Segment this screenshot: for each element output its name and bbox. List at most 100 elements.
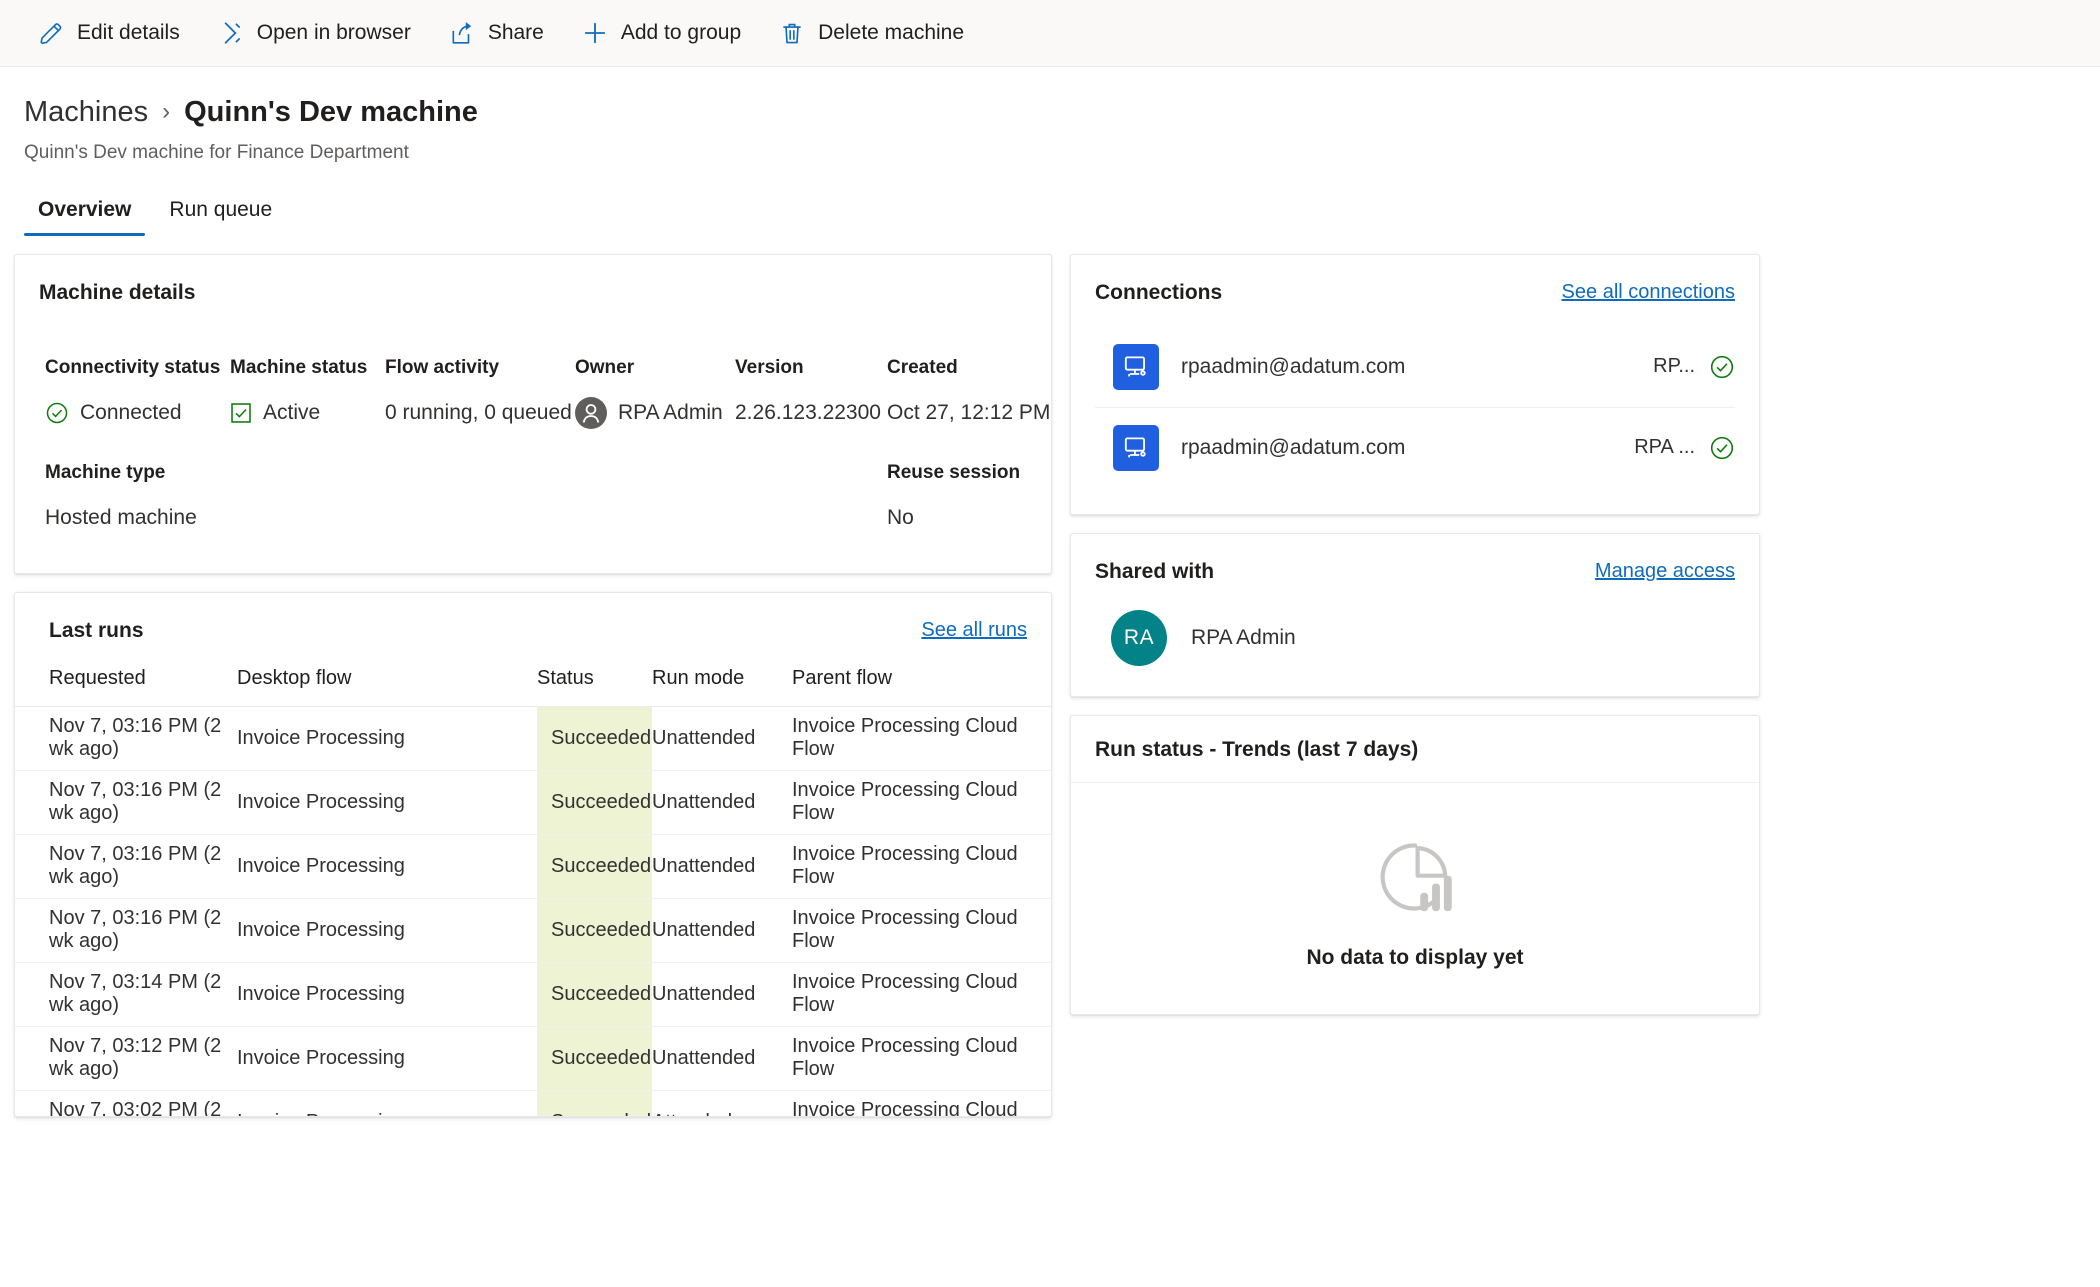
edit-details-label: Edit details — [77, 21, 180, 44]
cell-run-mode: Attended — [652, 1090, 792, 1116]
connection-name: rpaadmin@adatum.com — [1181, 435, 1406, 459]
owner-value: RPA Admin — [618, 400, 723, 424]
machine-status-value-wrap: Active — [230, 396, 385, 430]
owner-value-wrap: RPA Admin — [575, 396, 735, 430]
table-row[interactable]: Nov 7, 03:16 PM (2 wk ago) Invoice Proces… — [15, 706, 1051, 771]
left-column: Machine details Connectivity status Mach… — [14, 253, 1052, 1117]
grid-spacer — [575, 501, 735, 535]
table-row[interactable]: Nov 7, 03:16 PM (2 wk ago) Invoice Proces… — [15, 770, 1051, 835]
command-bar: Edit details Open in browser Share Add t… — [0, 0, 2100, 67]
chevron-right-icon: › — [162, 98, 171, 125]
table-row[interactable]: Nov 7, 03:16 PM (2 wk ago) Invoice Proces… — [15, 898, 1051, 963]
connections-title: Connections — [1095, 280, 1223, 304]
right-column: Connections See all connections rpaadmin… — [1070, 253, 1760, 1015]
connections-header: Connections See all connections — [1071, 255, 1759, 305]
connectivity-status-value-wrap: Connected — [45, 396, 230, 430]
breadcrumb-machines-link[interactable]: Machines — [24, 95, 148, 130]
delete-machine-button[interactable]: Delete machine — [763, 9, 980, 57]
cell-desktop-flow: Invoice Processing — [237, 834, 537, 899]
add-to-group-button[interactable]: Add to group — [566, 9, 757, 57]
cell-requested: Nov 7, 03:16 PM (2 wk ago) — [15, 770, 237, 835]
cell-requested: Nov 7, 03:12 PM (2 wk ago) — [15, 1026, 237, 1091]
last-runs-table-body: Nov 7, 03:16 PM (2 wk ago) Invoice Proces… — [15, 706, 1051, 1116]
connection-row[interactable]: rpaadmin@adatum.com RPA ... — [1095, 406, 1735, 488]
status-badge: Succeeded — [537, 898, 652, 963]
connection-meta: RP... — [1653, 355, 1695, 378]
column-header-run-mode[interactable]: Run mode — [652, 650, 792, 707]
column-header-status[interactable]: Status — [537, 650, 652, 707]
run-status-trends-card: Run status - Trends (last 7 days) No dat… — [1070, 714, 1760, 1015]
see-all-connections-link[interactable]: See all connections — [1562, 281, 1735, 304]
owner-label: Owner — [575, 356, 635, 378]
cell-run-mode: Unattended — [652, 898, 792, 963]
breadcrumb: Machines › Quinn's Dev machine — [24, 95, 2100, 130]
cell-desktop-flow: Invoice Processing — [237, 770, 537, 835]
shared-with-header: Shared with Manage access — [1071, 534, 1759, 584]
avatar: RA — [1111, 609, 1167, 666]
connection-meta: RPA ... — [1634, 436, 1695, 459]
open-in-browser-button[interactable]: Open in browser — [202, 9, 427, 57]
grid-spacer — [735, 440, 887, 491]
status-badge: Succeeded — [537, 834, 652, 899]
column-header-desktop-flow[interactable]: Desktop flow — [237, 650, 537, 707]
cell-run-mode: Unattended — [652, 962, 792, 1027]
table-row[interactable]: Nov 7, 03:12 PM (2 wk ago) Invoice Proces… — [15, 1026, 1051, 1091]
cell-run-mode: Unattended — [652, 1026, 792, 1091]
cell-desktop-flow: Invoice Processing — [237, 898, 537, 963]
cell-desktop-flow: Invoice Processing — [237, 962, 537, 1027]
column-header-requested[interactable]: Requested — [15, 650, 237, 707]
avatar — [575, 396, 607, 429]
cell-desktop-flow: Invoice Processing — [237, 706, 537, 771]
edit-details-button[interactable]: Edit details — [22, 9, 196, 57]
cell-parent-flow: Invoice Processing Cloud Flow — [792, 1090, 1051, 1116]
version-label: Version — [735, 356, 804, 378]
page-title: Quinn's Dev machine — [184, 96, 478, 128]
status-badge: Succeeded — [537, 706, 652, 771]
share-label: Share — [487, 21, 544, 44]
tab-list: Overview Run queue — [24, 192, 2100, 236]
cell-requested: Nov 7, 03:16 PM (2 wk ago) — [15, 706, 237, 771]
manage-access-link[interactable]: Manage access — [1595, 560, 1735, 583]
plus-icon — [582, 20, 608, 46]
tab-run-queue[interactable]: Run queue — [155, 192, 286, 236]
share-icon — [449, 20, 475, 46]
table-row[interactable]: Nov 7, 03:16 PM (2 wk ago) Invoice Proces… — [15, 834, 1051, 899]
grid-spacer — [735, 501, 887, 535]
grid-spacer — [575, 440, 735, 491]
page-header: Machines › Quinn's Dev machine Quinn's D… — [0, 67, 2100, 236]
flow-activity-value: 0 running, 0 queued — [385, 400, 572, 424]
delete-machine-label: Delete machine — [818, 21, 965, 44]
machine-status-value: Active — [263, 400, 321, 424]
flow-activity-label: Flow activity — [385, 356, 500, 378]
table-row[interactable]: Nov 7, 03:14 PM (2 wk ago) Invoice Proces… — [15, 962, 1051, 1027]
trash-icon — [779, 20, 805, 46]
tab-overview[interactable]: Overview — [24, 192, 146, 236]
add-to-group-label: Add to group — [620, 21, 742, 44]
trends-empty-message: No data to display yet — [1306, 945, 1524, 969]
connectivity-status-label: Connectivity status — [45, 356, 221, 378]
trends-title: Run status - Trends (last 7 days) — [1095, 737, 1419, 761]
last-runs-card: Last runs See all runs Requested Desktop… — [14, 591, 1052, 1117]
machine-details-header: Machine details — [15, 255, 1051, 305]
grid-spacer — [385, 440, 575, 491]
see-all-runs-link[interactable]: See all runs — [921, 619, 1027, 642]
machine-type-value: Hosted machine — [45, 505, 197, 529]
column-header-parent-flow[interactable]: Parent flow — [792, 650, 1051, 707]
grid-spacer — [385, 501, 575, 535]
grid-spacer — [230, 440, 385, 491]
table-row[interactable]: Nov 7, 03:02 PM (2 wk ago)Invoice Proces… — [15, 1090, 1051, 1116]
last-runs-table-head: Requested Desktop flow Status Run mode P… — [15, 650, 1051, 707]
share-button[interactable]: Share — [433, 9, 560, 57]
cell-requested: Nov 7, 03:14 PM (2 wk ago) — [15, 962, 237, 1027]
table-header-row: Requested Desktop flow Status Run mode P… — [15, 650, 1051, 707]
shared-with-person[interactable]: RA RPA Admin — [1071, 584, 1759, 696]
shared-with-title: Shared with — [1095, 559, 1215, 583]
last-runs-title: Last runs — [49, 618, 144, 642]
shared-with-card: Shared with Manage access RA RPA Admin — [1070, 532, 1760, 697]
cell-requested: Nov 7, 03:16 PM (2 wk ago) — [15, 834, 237, 899]
cell-parent-flow: Invoice Processing Cloud Flow — [792, 962, 1051, 1027]
page-subtitle: Quinn's Dev machine for Finance Departme… — [24, 141, 409, 163]
connectivity-status-value: Connected — [80, 400, 182, 424]
status-badge: Succeeded — [537, 962, 652, 1027]
connection-row[interactable]: rpaadmin@adatum.com RP... — [1095, 327, 1735, 407]
